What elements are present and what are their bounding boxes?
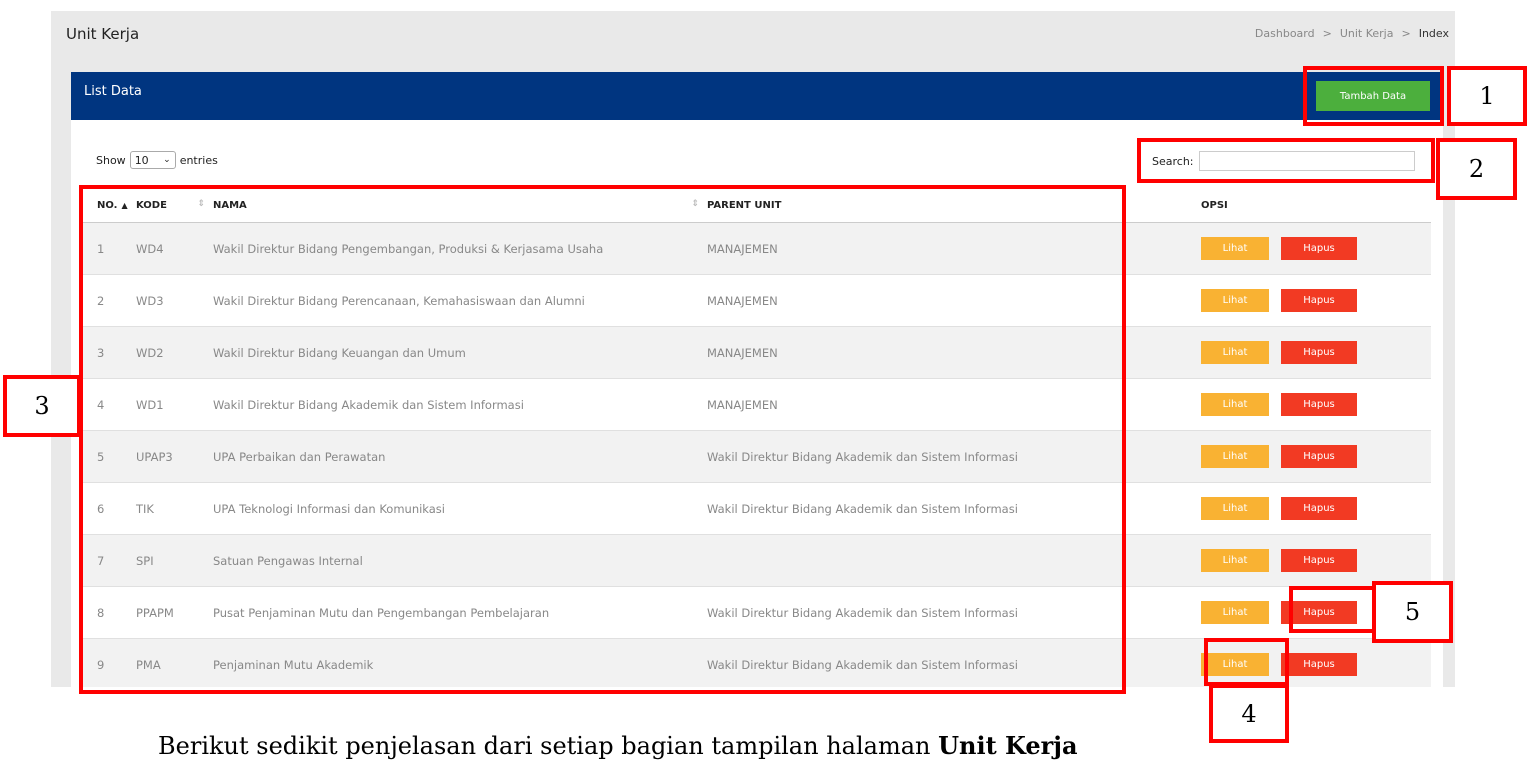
view-button[interactable]: Lihat (1201, 237, 1269, 260)
row-opsi: Lihat Hapus (1201, 326, 1431, 379)
delete-button[interactable]: Hapus (1281, 445, 1357, 468)
delete-button[interactable]: Hapus (1281, 549, 1357, 572)
breadcrumb-dashboard[interactable]: Dashboard (1255, 27, 1315, 40)
annotation-label-4: 4 (1209, 684, 1289, 743)
delete-button[interactable]: Hapus (1281, 289, 1357, 312)
breadcrumb-separator: > (1401, 27, 1411, 40)
annotation-box-add-button (1303, 66, 1444, 126)
annotation-box-table (79, 185, 1126, 694)
column-opsi: OPSI (1201, 188, 1431, 223)
caption-bold: Unit Kerja (938, 731, 1078, 760)
caption: Berikut sedikit penjelasan dari setiap b… (158, 731, 1078, 760)
breadcrumb-index: Index (1418, 27, 1449, 40)
card-title: List Data (84, 84, 142, 99)
row-opsi: Lihat Hapus (1201, 430, 1431, 483)
entries-control: Show 10 ⌄ entries (96, 151, 218, 169)
row-opsi: Lihat Hapus (1201, 274, 1431, 327)
chevron-down-icon: ⌄ (163, 155, 171, 165)
annotation-label-2: 2 (1436, 138, 1517, 200)
row-opsi: Lihat Hapus (1201, 222, 1431, 275)
card-header: List Data Tambah Data (71, 72, 1443, 120)
annotation-box-delete-button (1289, 586, 1376, 633)
annotation-label-3: 3 (3, 375, 81, 437)
breadcrumb-unit-kerja[interactable]: Unit Kerja (1340, 27, 1394, 40)
annotation-box-view-button (1204, 638, 1289, 686)
show-label: Show (96, 153, 126, 167)
delete-button[interactable]: Hapus (1281, 341, 1357, 364)
view-button[interactable]: Lihat (1201, 289, 1269, 312)
delete-button[interactable]: Hapus (1281, 497, 1357, 520)
caption-text: Berikut sedikit penjelasan dari setiap b… (158, 732, 939, 760)
row-opsi: Lihat Hapus (1201, 378, 1431, 431)
page-title: Unit Kerja (66, 25, 140, 43)
entries-value: 10 (134, 153, 149, 167)
view-button[interactable]: Lihat (1201, 341, 1269, 364)
delete-button[interactable]: Hapus (1281, 653, 1357, 676)
row-opsi: Lihat Hapus (1201, 534, 1431, 587)
row-opsi: Lihat Hapus (1201, 482, 1431, 535)
annotation-label-5: 5 (1372, 581, 1453, 643)
entries-label: entries (179, 153, 218, 167)
delete-button[interactable]: Hapus (1281, 393, 1357, 416)
view-button[interactable]: Lihat (1201, 445, 1269, 468)
entries-select[interactable]: 10 ⌄ (129, 151, 176, 169)
view-button[interactable]: Lihat (1201, 497, 1269, 520)
breadcrumb-separator: > (1322, 27, 1332, 40)
view-button[interactable]: Lihat (1201, 393, 1269, 416)
breadcrumb: Dashboard > Unit Kerja > Index (1255, 27, 1449, 40)
view-button[interactable]: Lihat (1201, 601, 1269, 624)
annotation-box-search (1137, 138, 1435, 183)
delete-button[interactable]: Hapus (1281, 237, 1357, 260)
annotation-label-1: 1 (1447, 66, 1527, 126)
view-button[interactable]: Lihat (1201, 549, 1269, 572)
